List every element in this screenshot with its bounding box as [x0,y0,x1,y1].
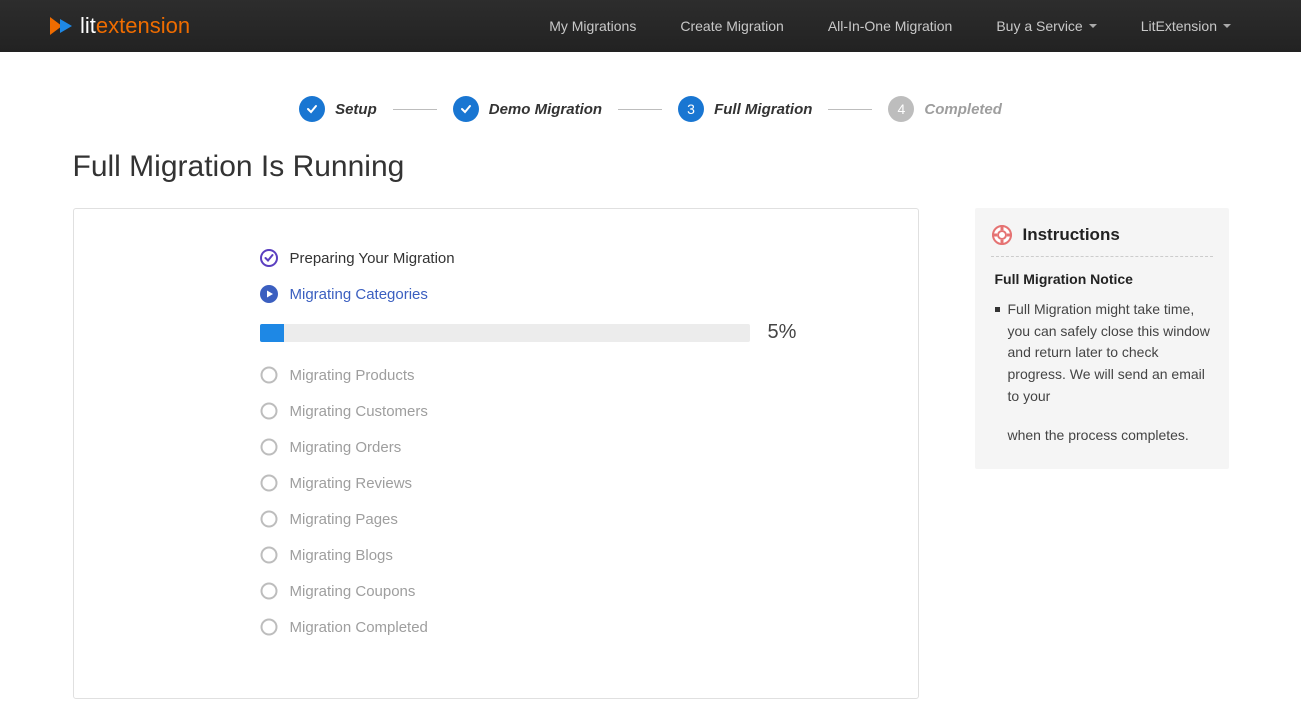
notice-text: Full Migration might take time, you can … [1008,299,1213,407]
task-completed: Migration Completed [260,618,838,636]
notice-item: Full Migration might take time, you can … [995,299,1213,407]
progress-percent: 5% [768,321,797,344]
task-categories: Migrating Categories [260,285,838,303]
nav-create-migration[interactable]: Create Migration [658,0,806,52]
task-label: Migrating Reviews [290,475,413,492]
step-connector [393,109,437,110]
brand-text: litextension [80,13,190,39]
top-navbar: litextension My Migrations Create Migrat… [0,0,1301,52]
notice-title: Full Migration Notice [991,271,1213,287]
nav-my-migrations[interactable]: My Migrations [527,0,658,52]
nav-litextension[interactable]: LitExtension [1119,0,1253,52]
instructions-card: Instructions Full Migration Notice Full … [975,208,1229,469]
progress-stepper: Setup Demo Migration 3 Full Migration 4 … [0,96,1301,122]
progress-bar [260,324,750,342]
task-blogs: Migrating Blogs [260,546,838,564]
page-title: Full Migration Is Running [73,150,1229,184]
circle-icon [260,366,278,384]
lifesaver-icon [991,224,1013,246]
step-setup: Setup [299,96,377,122]
task-preparing: Preparing Your Migration [260,249,838,267]
step-completed: 4 Completed [888,96,1002,122]
check-icon [299,96,325,122]
task-label: Migrating Blogs [290,547,393,564]
circle-icon [260,546,278,564]
step-label: Completed [924,101,1002,118]
step-label: Demo Migration [489,101,602,118]
circle-icon [260,474,278,492]
task-label: Migrating Categories [290,286,428,303]
task-label: Migrating Orders [290,439,402,456]
circle-icon [260,438,278,456]
bullet-icon [995,307,1000,312]
task-pages: Migrating Pages [260,510,838,528]
task-label: Migrating Pages [290,511,398,528]
task-label: Preparing Your Migration [290,250,455,267]
task-label: Migrating Customers [290,403,428,420]
play-circle-icon [260,285,278,303]
circle-icon [260,510,278,528]
task-label: Migrating Products [290,367,415,384]
brand-logo[interactable]: litextension [48,13,190,39]
task-products: Migrating Products [260,366,838,384]
check-icon [453,96,479,122]
nav-all-in-one[interactable]: All-In-One Migration [806,0,975,52]
check-circle-icon [260,249,278,267]
circle-icon [260,582,278,600]
circle-icon [260,618,278,636]
migration-status-panel: Preparing Your Migration Migrating Categ… [73,208,919,699]
task-label: Migration Completed [290,619,428,636]
task-customers: Migrating Customers [260,402,838,420]
task-reviews: Migrating Reviews [260,474,838,492]
step-demo: Demo Migration [453,96,602,122]
step-connector [618,109,662,110]
progress-fill [260,324,285,342]
step-number-icon: 4 [888,96,914,122]
circle-icon [260,402,278,420]
step-label: Full Migration [714,101,812,118]
chevron-down-icon [1223,24,1231,28]
progress-row: 5% [260,321,838,344]
notice-text-2: when the process completes. [991,425,1213,447]
chevron-down-icon [1089,24,1097,28]
step-number-icon: 3 [678,96,704,122]
task-orders: Migrating Orders [260,438,838,456]
instructions-title: Instructions [1023,225,1120,245]
task-label: Migrating Coupons [290,583,416,600]
task-coupons: Migrating Coupons [260,582,838,600]
step-connector [828,109,872,110]
nav-buy-service[interactable]: Buy a Service [974,0,1118,52]
brand-icon [48,15,74,37]
step-label: Setup [335,101,377,118]
step-full: 3 Full Migration [678,96,812,122]
